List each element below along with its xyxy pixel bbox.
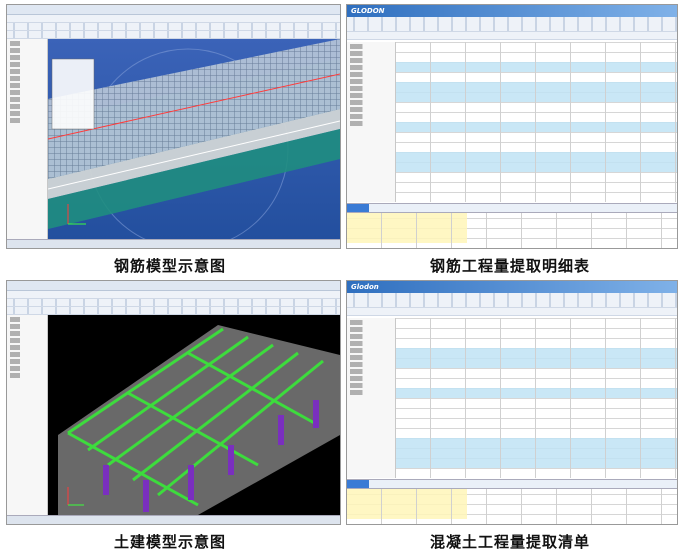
status-bar (7, 239, 340, 248)
tab-bar[interactable] (347, 308, 677, 316)
toolbar-secondary[interactable] (7, 307, 340, 315)
civil-3d-drawing (58, 325, 340, 515)
menu-bar[interactable] (7, 15, 340, 23)
rebar-3d-viewport[interactable] (48, 39, 340, 240)
bottom-tabs[interactable] (347, 203, 677, 213)
caption-rebar-quantity: 钢筋工程量提取明细表 (429, 257, 590, 275)
window-titlebar (7, 5, 340, 15)
civil-model-screenshot (6, 280, 341, 525)
tab-bar[interactable] (347, 32, 677, 40)
glodon-logo: Glodon (347, 281, 677, 293)
menu-bar[interactable] (7, 291, 340, 299)
toolbar-secondary[interactable] (7, 31, 340, 39)
toolbar[interactable] (347, 17, 677, 32)
glodon-logo: GLODON (347, 5, 677, 17)
caption-civil-model: 土建模型示意图 (113, 533, 226, 551)
toolbar[interactable] (7, 23, 340, 31)
component-tree[interactable] (7, 39, 48, 240)
caption-rebar-model: 钢筋模型示意图 (113, 257, 226, 275)
window-titlebar (7, 281, 340, 291)
quantity-table[interactable] (396, 318, 677, 478)
status-bar (7, 515, 340, 524)
component-tree[interactable] (7, 315, 48, 516)
bottom-tabs[interactable] (347, 479, 677, 489)
project-tree[interactable] (347, 42, 396, 202)
rebar-3d-drawing (48, 39, 340, 240)
rebar-model-screenshot (6, 4, 341, 249)
toolbar[interactable] (347, 293, 677, 308)
caption-concrete-quantity: 混凝土工程量提取清单 (429, 533, 590, 551)
summary-table[interactable] (347, 489, 677, 524)
toolbar[interactable] (7, 299, 340, 307)
quantity-table[interactable] (396, 42, 677, 202)
rebar-quantity-screenshot: GLODON (346, 4, 678, 249)
concrete-quantity-screenshot: Glodon (346, 280, 678, 525)
summary-table[interactable] (347, 213, 677, 248)
project-tree[interactable] (347, 318, 396, 478)
civil-3d-viewport[interactable] (48, 315, 340, 516)
